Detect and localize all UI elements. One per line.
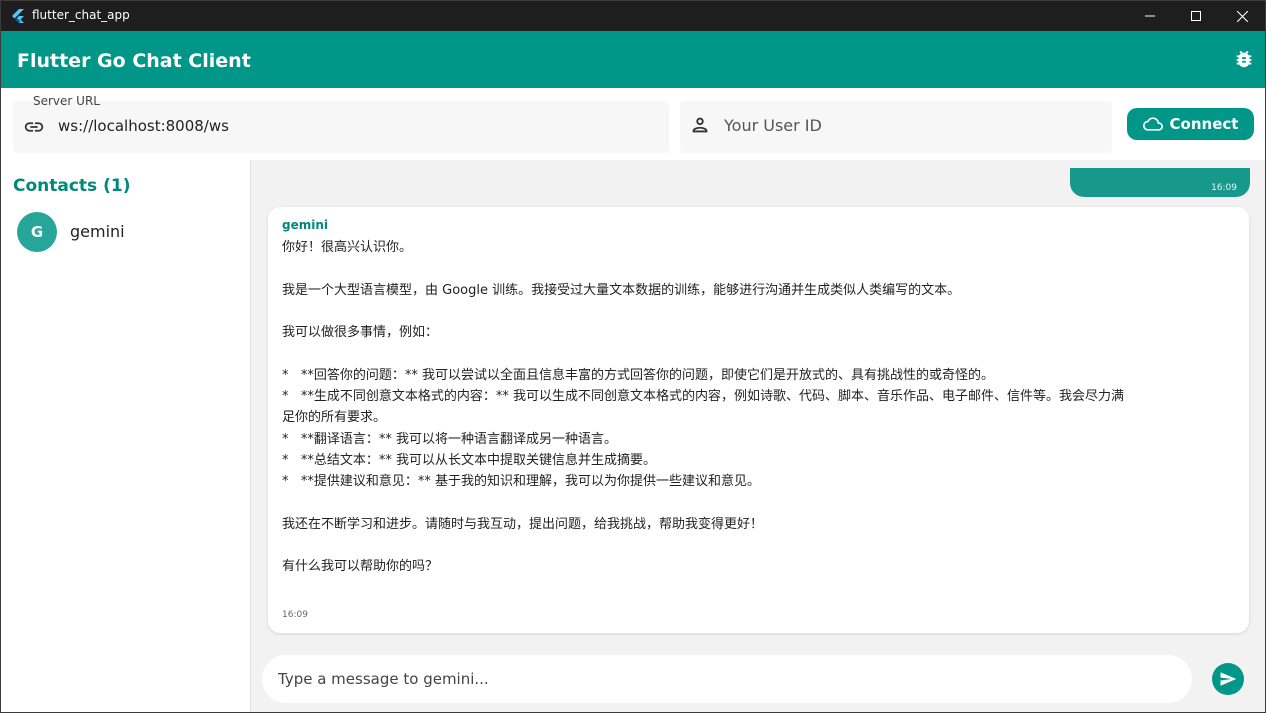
message-line: * **总结文本：** 我可以从长文本中提取关键信息并生成摘要。 — [282, 452, 657, 468]
app-bar: Flutter Go Chat Client — [1, 31, 1265, 88]
app-window: flutter_chat_app Flutter Go Chat Client … — [0, 0, 1266, 713]
cloud-icon — [1142, 117, 1163, 131]
app-title: Flutter Go Chat Client — [17, 50, 251, 72]
message-line: 我是一个大型语言模型，由 Google 训练。我接受过大量文本数据的训练，能够进… — [282, 282, 961, 298]
sent-message-bubble: 16:09 — [1070, 168, 1250, 197]
contacts-title: Contacts (1) — [13, 176, 131, 196]
connection-bar: Server URL ws://localhost:8008/ws Your U… — [1, 88, 1265, 160]
user-id-input[interactable]: Your User ID — [724, 116, 822, 135]
bug-report-icon[interactable] — [1233, 48, 1255, 70]
flutter-logo-icon — [12, 9, 24, 23]
close-button[interactable] — [1219, 1, 1265, 31]
message-line — [282, 258, 1238, 279]
contact-item-gemini[interactable]: G gemini — [1, 210, 250, 254]
message-line: 足你的所有要求。 — [282, 410, 387, 426]
person-icon — [692, 117, 708, 133]
minimize-icon — [1145, 15, 1155, 17]
send-button[interactable] — [1212, 663, 1244, 695]
received-message-bubble: gemini 你好！很高兴认识你。 我是一个大型语言模型，由 Google 训练… — [268, 207, 1249, 633]
minimize-button[interactable] — [1127, 1, 1173, 31]
maximize-icon — [1191, 11, 1201, 21]
message-line — [282, 535, 1238, 556]
contacts-sidebar: Contacts (1) G gemini — [1, 160, 251, 712]
message-timestamp: 16:09 — [1211, 183, 1237, 193]
message-line: * **生成不同创意文本格式的内容：** 我可以生成不同创意文本格式的内容，例如… — [282, 389, 1125, 405]
connect-button-label: Connect — [1169, 115, 1239, 133]
message-line — [282, 301, 1238, 322]
message-line — [282, 343, 1238, 364]
message-line: * **回答你的问题：** 我可以尝试以全面且信息丰富的方式回答你的问题，即使它… — [282, 367, 995, 383]
chat-panel: 16:09 gemini 你好！很高兴认识你。 我是一个大型语言模型，由 Goo… — [252, 160, 1265, 712]
close-icon — [1236, 10, 1248, 22]
title-bar: flutter_chat_app — [1, 1, 1265, 31]
maximize-button[interactable] — [1173, 1, 1219, 31]
server-url-label: Server URL — [33, 94, 100, 108]
message-composer — [262, 655, 1192, 703]
message-line: * **提供建议和意见：** 基于我的知识和理解，我可以为你提供一些建议和意见。 — [282, 474, 761, 490]
link-icon — [24, 122, 44, 132]
message-timestamp: 16:09 — [282, 610, 308, 620]
send-icon — [1220, 672, 1237, 686]
message-line: 我还在不断学习和进步。请随时与我互动，提出问题，给我挑战，帮助我变得更好！ — [282, 516, 764, 532]
avatar: G — [17, 212, 57, 252]
message-line: 有什么我可以帮助你的吗？ — [282, 559, 439, 575]
message-text: 你好！很高兴认识你。 我是一个大型语言模型，由 Google 训练。我接受过大量… — [282, 237, 1238, 578]
connect-button[interactable]: Connect — [1127, 108, 1254, 140]
message-line — [282, 493, 1238, 514]
message-sender: gemini — [282, 218, 329, 232]
message-line: 你好！很高兴认识你。 — [282, 240, 413, 255]
message-line: * **翻译语言：** 我可以将一种语言翻译成另一种语言。 — [282, 431, 618, 447]
message-input[interactable] — [278, 667, 1168, 691]
window-title: flutter_chat_app — [32, 8, 130, 22]
contact-name: gemini — [70, 222, 125, 241]
message-line: 我可以做很多事情，例如： — [282, 325, 439, 341]
server-url-input[interactable]: ws://localhost:8008/ws — [58, 117, 229, 135]
